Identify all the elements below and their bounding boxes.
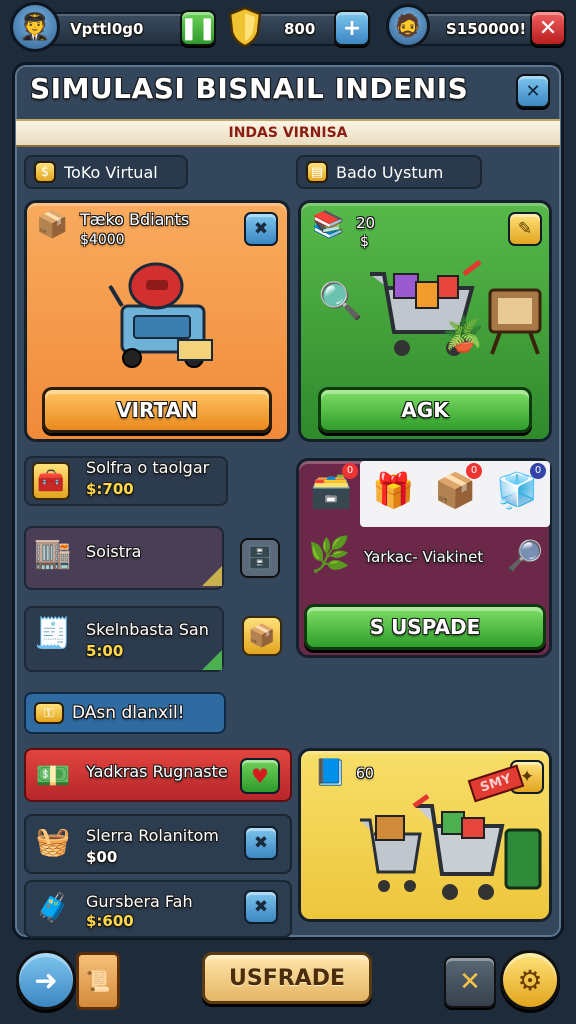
slerra-tool-button[interactable]: ✖ <box>244 826 278 860</box>
chest-icon: 🧳 <box>35 890 71 924</box>
corner-indicator-icon <box>202 650 222 670</box>
settings-button[interactable]: ⚙ <box>500 950 560 1010</box>
plus-icon: + <box>342 15 362 41</box>
scroll-icon: ▤ <box>306 161 328 183</box>
gursbera-tool-button[interactable]: ✖ <box>244 890 278 924</box>
close-icon: ✕ <box>538 15 558 41</box>
market-item-1-icon[interactable]: 🗃️ <box>310 474 352 508</box>
subtitle-ribbon: INDAS VIRNISA <box>16 119 560 147</box>
merchant-avatar-icon[interactable]: 🧔 <box>386 4 430 48</box>
cancel-button[interactable]: ✕ <box>444 956 496 1008</box>
magnifier-gear-icon: 🔎 <box>506 539 544 574</box>
wrench-icon: ✖ <box>253 219 269 239</box>
market-badge-3: 0 <box>530 463 546 479</box>
quest-scroll-icon[interactable]: 📜 <box>76 952 120 1010</box>
system-card-count: 20 <box>356 214 376 232</box>
gear-icon: ⚙ <box>517 963 543 997</box>
skelnbasta-label: Skelnbasta San <box>86 620 209 639</box>
market-label: Yarkac- Viakinet <box>364 548 484 566</box>
book-icon: 📚 <box>312 210 345 240</box>
solfra-value: $:700 <box>86 480 134 498</box>
plant-box-icon: 🌿 <box>308 535 351 575</box>
shield-icon <box>228 6 262 48</box>
agk-button[interactable]: AGK <box>318 387 532 433</box>
back-button[interactable]: ➜ <box>16 950 76 1010</box>
pencil-icon: ✎ <box>517 219 533 239</box>
gursbera-value: $:600 <box>86 912 134 930</box>
cash-box-icon: 💵 <box>35 758 71 792</box>
box-icon: 📦 <box>36 210 69 240</box>
virtan-button-label: VIRTAN <box>116 398 198 422</box>
close-icon: ✕ <box>459 967 481 997</box>
pause-button[interactable]: ❚❚ <box>180 10 216 46</box>
plant-pot-icon: 🪴 <box>442 315 485 355</box>
tab-toko-virtual-label: ToKo Virtual <box>64 162 158 182</box>
page-title: SIMULASI BISNAIL INDENIS <box>30 72 469 105</box>
store-cart-illustration <box>108 256 218 374</box>
upgrade-button-label: USFRADE <box>229 965 345 991</box>
pause-icon: ❚❚ <box>179 15 217 41</box>
system-card-edit-button[interactable]: ✎ <box>508 212 542 246</box>
slerra-value: $00 <box>86 848 118 866</box>
close-top-button[interactable]: ✕ <box>530 10 566 46</box>
skelnbasta-value: 5:00 <box>86 642 124 660</box>
store-card-title: Tæko Bdiants <box>80 210 190 229</box>
tab-toko-virtual[interactable]: $ ToKo Virtual <box>24 155 188 189</box>
upgrade-market-button[interactable]: S USPADE <box>304 604 546 650</box>
crate-icon[interactable]: 📦 <box>242 616 282 656</box>
cash-register-icon: 🧾 <box>34 615 72 651</box>
cube-icon: 📘 <box>314 758 347 788</box>
market-badge-2: 0 <box>466 463 482 479</box>
tab-dasn-dlanxil-label: DAsn dlanxil! <box>72 703 185 723</box>
mailbox-icon[interactable]: 🗄️ <box>240 538 280 578</box>
back-arrow-icon: ➜ <box>34 963 58 997</box>
upgrade-market-label: S USPADE <box>369 615 481 639</box>
gursbera-label: Gursbera Fah <box>86 892 193 911</box>
yadkras-label: Yadkras Rugnaste <box>86 762 228 781</box>
agk-button-label: AGK <box>401 398 449 422</box>
toolbox-icon: 🧰 <box>32 462 70 500</box>
market-item-2-icon[interactable]: 🎁 <box>372 474 414 508</box>
market-badge-1: 0 <box>342 463 358 479</box>
gift-crate-icon: 🧺 <box>35 824 71 858</box>
corner-indicator-icon <box>202 566 222 586</box>
solfra-label: Solfra o taolgar <box>86 458 210 477</box>
signboard-icon <box>486 284 544 356</box>
key-icon: ⚿ <box>34 702 64 724</box>
tab-bado-uystum-label: Bado Uystum <box>336 162 444 182</box>
tab-bado-uystum[interactable]: ▤ Bado Uystum <box>296 155 482 189</box>
slerra-label: Slerra Rolanitom <box>86 826 219 845</box>
favorite-button[interactable]: ♥ <box>240 758 280 794</box>
close-icon: ✕ <box>525 80 541 102</box>
search-gear-icon: 🔍 <box>318 281 363 322</box>
wrench-icon: ✖ <box>253 897 269 917</box>
coin-icon: $ <box>34 161 56 183</box>
shopping-card-count: 60 <box>356 766 374 782</box>
upgrade-button[interactable]: USFRADE <box>202 952 372 1004</box>
store-building-icon: 🏬 <box>34 535 72 571</box>
player-avatar-icon[interactable]: 🧑‍✈️ <box>10 2 60 52</box>
system-card-sub: $ <box>360 234 369 250</box>
soistra-label: Soistra <box>86 542 142 561</box>
market-item-4-icon[interactable]: 🧊 <box>496 474 538 508</box>
wrench-icon: ✖ <box>253 833 269 853</box>
virtan-button[interactable]: VIRTAN <box>42 387 272 433</box>
tab-dasn-dlanxil[interactable]: ⚿ DAsn dlanxil! <box>24 692 226 734</box>
add-gold-button[interactable]: + <box>334 10 370 46</box>
market-item-3-icon[interactable]: 📦 <box>434 474 476 508</box>
heart-icon: ♥ <box>251 764 269 788</box>
shopping-carts-illustration <box>356 790 546 910</box>
store-card-settings-button[interactable]: ✖ <box>244 212 278 246</box>
panel-close-button[interactable]: ✕ <box>516 74 550 108</box>
store-card-value: $4000 <box>80 232 125 248</box>
